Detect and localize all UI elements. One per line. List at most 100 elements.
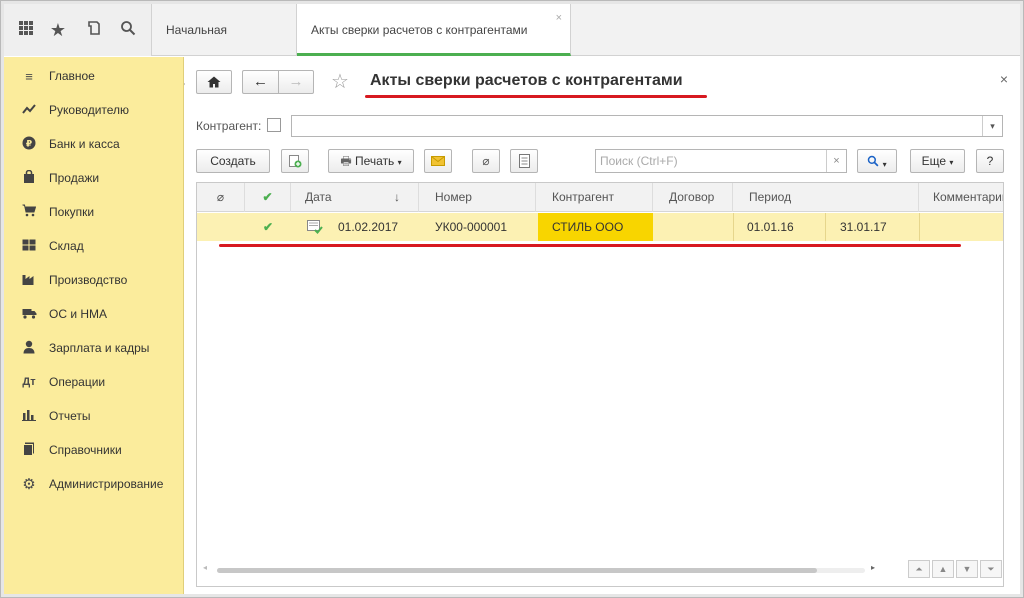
help-button-label: ?	[986, 154, 994, 168]
counterparty-filter-input[interactable]: ▾	[291, 115, 1003, 137]
forward-button[interactable]: →	[278, 70, 314, 94]
scroll-to-bottom-icon[interactable]: ⏷	[980, 560, 1002, 578]
sidebar-item-label: Производство	[49, 273, 128, 287]
counterparty-filter-checkbox[interactable]	[267, 118, 281, 132]
scroll-up-icon[interactable]: ▲	[932, 560, 954, 578]
dropdown-arrow-icon[interactable]: ▾	[982, 116, 1002, 136]
column-date[interactable]: Дата ↓	[291, 183, 419, 212]
column-contract[interactable]: Договор	[653, 183, 733, 212]
scroll-right-icon[interactable]: ▸	[871, 563, 875, 572]
chevron-down-icon: ▾	[949, 158, 954, 167]
reconciliation-table[interactable]: ⌀ ✔ Дата ↓ Номер Контрагент Договор Пери…	[196, 182, 1004, 587]
sidebar-item-operations[interactable]: Дт Операции	[4, 365, 184, 399]
sidebar-item-reports[interactable]: Отчеты	[4, 399, 184, 433]
comment-divider	[919, 213, 920, 241]
print-button-label: Печать	[355, 154, 395, 168]
column-period[interactable]: Период	[733, 183, 919, 212]
help-button[interactable]: ?	[976, 149, 1004, 173]
email-button[interactable]	[424, 149, 452, 173]
column-comment-label: Комментарий	[933, 190, 1004, 204]
print-button[interactable]: 🖶 Печать ▾	[328, 149, 414, 173]
history-icon[interactable]	[82, 18, 106, 42]
factory-icon	[18, 273, 40, 288]
chevron-down-icon: ▾	[882, 160, 887, 169]
sidebar-item-label: Продажи	[49, 171, 100, 185]
column-comment[interactable]: Комментарий	[919, 183, 1004, 212]
document-button[interactable]	[510, 149, 538, 173]
search-icon[interactable]	[116, 18, 140, 42]
sidebar-item-main[interactable]: ≡ Главное	[4, 59, 184, 93]
row-red-underline	[219, 244, 961, 247]
attachment-column-icon[interactable]: ⌀	[197, 183, 245, 212]
scroll-thumb[interactable]	[217, 568, 817, 573]
column-number-label: Номер	[435, 190, 472, 204]
sidebar-item-label: ОС и НМА	[49, 307, 108, 321]
scroll-down-icon[interactable]: ▼	[956, 560, 978, 578]
tab-home[interactable]: Начальная страница	[152, 4, 297, 89]
bar-chart-icon	[18, 409, 40, 424]
document-posted-icon	[307, 213, 323, 241]
sidebar-item-label: Руководителю	[49, 103, 130, 117]
apps-grid-icon[interactable]	[14, 18, 38, 42]
gear-icon: ⚙	[22, 476, 36, 493]
cart-icon	[18, 204, 40, 220]
svg-text:₽: ₽	[26, 139, 32, 149]
sidebar-item-admin[interactable]: ⚙ Администрирование	[4, 467, 184, 501]
search-input[interactable]: Поиск (Ctrl+F) ×	[595, 149, 847, 173]
truck-icon	[18, 307, 40, 322]
more-button-label: Еще	[921, 154, 947, 168]
tab-reconciliation-label: Акты сверки расчетов с контрагентами	[311, 23, 528, 37]
search-clear-icon[interactable]: ×	[826, 150, 846, 172]
sidebar-item-references[interactable]: Справочники	[4, 433, 184, 467]
row-date: 01.02.2017	[338, 220, 399, 234]
person-icon	[18, 340, 40, 357]
scroll-left-icon[interactable]: ◂	[203, 563, 207, 572]
create-button-label: Создать	[210, 154, 256, 168]
sidebar-item-manager[interactable]: Руководителю	[4, 93, 184, 127]
sidebar-item-warehouse[interactable]: Склад	[4, 229, 184, 263]
tab-reconciliation-acts[interactable]: Акты сверки расчетов с контрагентами ×	[297, 4, 571, 56]
sidebar: ≡ Главное Руководителю ₽ Банк и касса Пр…	[4, 57, 184, 594]
sidebar-item-salary[interactable]: Зарплата и кадры	[4, 331, 184, 365]
more-button[interactable]: Еще ▾	[910, 149, 965, 173]
trend-icon	[18, 103, 40, 118]
home-button[interactable]	[196, 70, 232, 94]
top-icons: ★	[4, 4, 152, 56]
tab-close-icon[interactable]: ×	[556, 0, 562, 44]
sidebar-item-purchases[interactable]: Покупки	[4, 195, 184, 229]
create-button[interactable]: Создать	[196, 149, 270, 173]
search-placeholder: Поиск (Ctrl+F)	[600, 154, 678, 168]
column-counterparty[interactable]: Контрагент	[536, 183, 653, 212]
posted-check-icon: ✔	[262, 220, 274, 234]
search-options-button[interactable]: ▾	[857, 149, 897, 173]
sidebar-item-label: Справочники	[49, 443, 122, 457]
back-button[interactable]: ←	[242, 70, 278, 94]
warehouse-icon	[18, 239, 40, 254]
sidebar-item-label: Покупки	[49, 205, 95, 219]
sidebar-item-production[interactable]: Производство	[4, 263, 184, 297]
close-form-icon[interactable]: ×	[1000, 71, 1008, 87]
table-row[interactable]: ✔ 01.02.2017 УК00-000001 СТИЛЬ ООО 01.01…	[197, 213, 1003, 241]
sidebar-item-sales[interactable]: Продажи	[4, 161, 184, 195]
row-counterparty[interactable]: СТИЛЬ ООО	[538, 213, 653, 241]
favorites-star-icon[interactable]: ★	[46, 18, 70, 42]
sidebar-item-label: Банк и касса	[49, 137, 120, 151]
top-bar: ★ Начальная страница Акты сверки расчето…	[4, 4, 1020, 89]
sidebar-item-bank[interactable]: ₽ Банк и касса	[4, 127, 184, 161]
sidebar-item-fixed-assets[interactable]: ОС и НМА	[4, 297, 184, 331]
posted-column-icon[interactable]: ✔	[245, 183, 291, 212]
scroll-to-top-icon[interactable]: ⏶	[908, 560, 930, 578]
horizontal-scrollbar[interactable]: ◂ ▸	[203, 563, 883, 574]
attach-file-button[interactable]: ⌀	[472, 149, 500, 173]
sidebar-item-label: Администрирование	[49, 477, 164, 491]
counterparty-filter-label: Контрагент:	[196, 119, 262, 133]
column-number[interactable]: Номер	[419, 183, 536, 212]
create-copy-button[interactable]	[281, 149, 309, 173]
operations-icon: Дт	[22, 376, 36, 388]
row-period-end: 31.01.17	[840, 220, 887, 234]
page-title: Акты сверки расчетов с контрагентами	[370, 72, 683, 89]
table-header: ⌀ ✔ Дата ↓ Номер Контрагент Договор Пери…	[197, 183, 1004, 212]
favorite-star-icon[interactable]: ☆	[331, 69, 349, 94]
book-icon	[18, 442, 40, 459]
row-period-start: 01.01.16	[747, 220, 794, 234]
